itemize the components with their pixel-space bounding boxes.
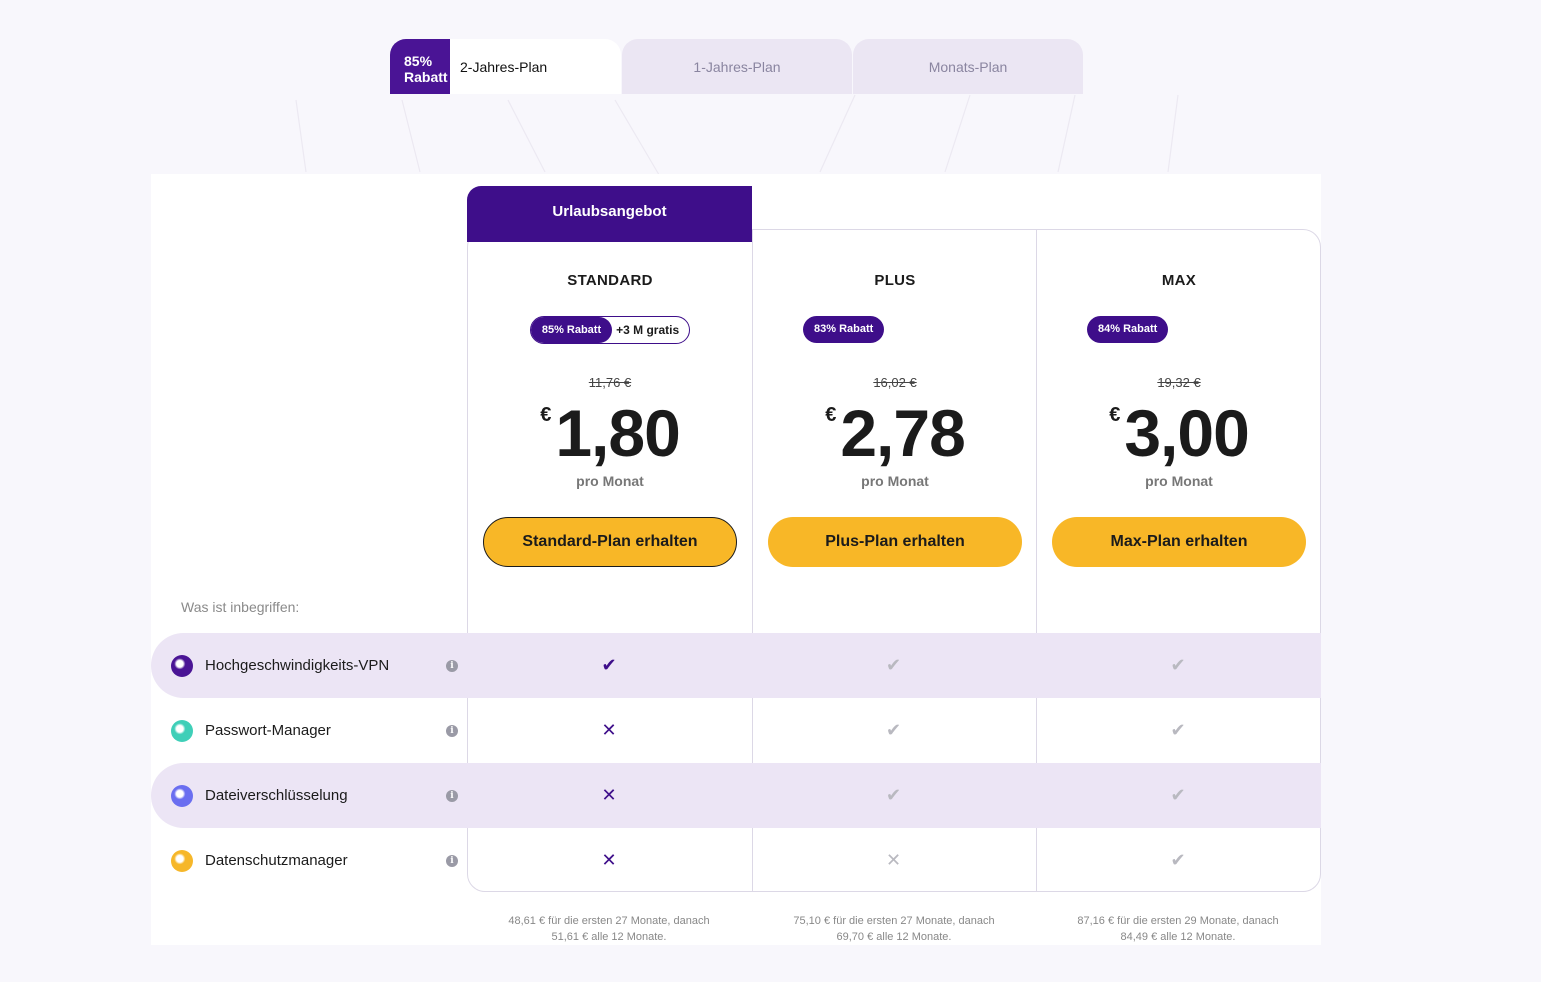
feature-label: Hochgeschwindigkeits-VPN xyxy=(205,657,390,674)
feature-row-label-cell: Datenschutzmanager i xyxy=(151,828,467,893)
cross-icon: ✕ xyxy=(601,850,617,870)
discount-badge-group: 85% Rabatt +3 M gratis xyxy=(529,316,691,344)
check-icon: ✔ xyxy=(885,720,902,740)
info-icon[interactable]: i xyxy=(446,789,458,802)
currency-symbol: € xyxy=(1109,404,1121,426)
footnote-line: 75,10 € für die ersten 27 Monate, danach xyxy=(793,915,995,927)
plan-footnote-max: 87,16 € für die ersten 29 Monate, danach… xyxy=(1036,913,1320,945)
tab-2-year-plan[interactable]: 85% Rabatt 2-Jahres-Plan xyxy=(390,39,621,94)
plan-card-plus: PLUS 83% Rabatt 16,02 € € 2,78 pro Monat… xyxy=(753,230,1037,630)
plan-name: STANDARD xyxy=(567,272,653,289)
vpn-shield-icon xyxy=(171,654,193,677)
plan-card-standard: STANDARD 85% Rabatt +3 M gratis 11,76 € … xyxy=(468,230,752,630)
tab-1-year-plan[interactable]: 1-Jahres-Plan xyxy=(622,39,852,94)
feature-row-marks: ✕ ✔ ✔ xyxy=(467,763,1321,828)
plan-name: MAX xyxy=(1161,272,1197,289)
check-icon: ✔ xyxy=(1170,720,1186,740)
info-icon[interactable]: i xyxy=(446,724,458,737)
price-period: pro Monat xyxy=(576,473,644,489)
check-icon: ✔ xyxy=(601,655,617,675)
check-icon: ✔ xyxy=(1170,655,1186,675)
feature-row-marks: ✔ ✔ ✔ xyxy=(467,633,1321,698)
plan-footnote-standard: 48,61 € für die ersten 27 Monate, danach… xyxy=(467,913,751,945)
footnote-line: 87,16 € für die ersten 29 Monate, danach xyxy=(1077,915,1279,927)
file-encryption-icon xyxy=(171,784,193,807)
price-amount: 1,80 xyxy=(555,396,680,470)
plan-footnote-plus: 75,10 € für die ersten 27 Monate, danach… xyxy=(752,913,1036,945)
included-features-heading: Was ist inbegriffen: xyxy=(181,599,300,615)
plan-badges: 85% Rabatt +3 M gratis xyxy=(468,316,752,344)
feature-label: Dateiverschlüsselung xyxy=(205,787,348,804)
check-icon: ✔ xyxy=(1170,785,1186,805)
discount-badge: 83% Rabatt xyxy=(803,316,885,343)
price-period: pro Monat xyxy=(1145,473,1213,489)
get-max-plan-button[interactable]: Max-Plan erhalten xyxy=(1052,517,1306,567)
feature-row: Datenschutzmanager i ✕ ✕ ✔ xyxy=(151,828,1321,893)
currency-symbol: € xyxy=(540,404,552,426)
plan-name: PLUS xyxy=(874,272,916,289)
cross-icon: ✕ xyxy=(601,720,617,740)
price: € 2,78 xyxy=(753,398,1037,468)
cross-icon: ✕ xyxy=(885,850,902,870)
old-price: 11,76 € xyxy=(588,375,632,390)
cross-icon: ✕ xyxy=(601,785,617,805)
info-icon[interactable]: i xyxy=(446,659,458,672)
get-standard-plan-button[interactable]: Standard-Plan erhalten xyxy=(483,517,737,567)
price-amount: 2,78 xyxy=(840,396,965,470)
footnote-line: 51,61 € alle 12 Monate. xyxy=(551,931,667,943)
bonus-months-badge: +3 M gratis xyxy=(616,323,680,337)
billing-period-tabs: 85% Rabatt 2-Jahres-Plan 1-Jahres-Plan M… xyxy=(390,39,1083,94)
check-icon: ✔ xyxy=(885,655,902,675)
feature-label: Passwort-Manager xyxy=(205,722,331,739)
privacy-manager-icon xyxy=(171,849,193,872)
check-icon: ✔ xyxy=(885,785,902,805)
check-icon: ✔ xyxy=(1170,850,1186,870)
discount-badge: 85% Rabatt xyxy=(530,317,613,343)
pricing-panel: STANDARD 85% Rabatt +3 M gratis 11,76 € … xyxy=(151,174,1321,945)
info-icon[interactable]: i xyxy=(446,854,458,867)
feature-row-marks: ✕ ✕ ✔ xyxy=(467,828,1321,893)
discount-badge: 84% Rabatt xyxy=(1087,316,1169,343)
get-plus-plan-button[interactable]: Plus-Plan erhalten xyxy=(768,517,1022,567)
price-amount: 3,00 xyxy=(1124,396,1249,470)
tab-discount-badge: 85% Rabatt xyxy=(390,39,450,94)
plan-card-max: MAX 84% Rabatt 19,32 € € 3,00 pro Monat … xyxy=(1037,230,1320,630)
tab-label: 2-Jahres-Plan xyxy=(460,59,548,75)
footnote-line: 48,61 € für die ersten 27 Monate, danach xyxy=(508,915,710,927)
feature-row: Passwort-Manager i ✕ ✔ ✔ xyxy=(151,698,1321,763)
feature-row-label-cell: Passwort-Manager i xyxy=(151,698,467,763)
tab-monthly-plan[interactable]: Monats-Plan xyxy=(853,39,1083,94)
decorative-background-lines xyxy=(295,94,1179,186)
feature-label: Datenschutzmanager xyxy=(205,852,348,869)
feature-row-label-cell: Dateiverschlüsselung i xyxy=(151,763,467,828)
feature-row: Hochgeschwindigkeits-VPN i ✔ ✔ ✔ xyxy=(151,633,1321,698)
feature-row: Dateiverschlüsselung i ✕ ✔ ✔ xyxy=(151,763,1321,828)
holiday-offer-banner: Urlaubsangebot xyxy=(467,186,752,242)
price: € 1,80 xyxy=(468,398,752,468)
feature-row-marks: ✕ ✔ ✔ xyxy=(467,698,1321,763)
feature-row-label-cell: Hochgeschwindigkeits-VPN i xyxy=(151,633,467,698)
footnote-line: 69,70 € alle 12 Monate. xyxy=(836,931,952,943)
old-price: 16,02 € xyxy=(873,375,917,390)
old-price: 19,32 € xyxy=(1157,375,1201,390)
password-manager-icon xyxy=(171,719,193,742)
currency-symbol: € xyxy=(825,404,837,426)
price-period: pro Monat xyxy=(861,473,929,489)
footnote-line: 84,49 € alle 12 Monate. xyxy=(1120,931,1236,943)
price: € 3,00 xyxy=(1037,396,1320,470)
